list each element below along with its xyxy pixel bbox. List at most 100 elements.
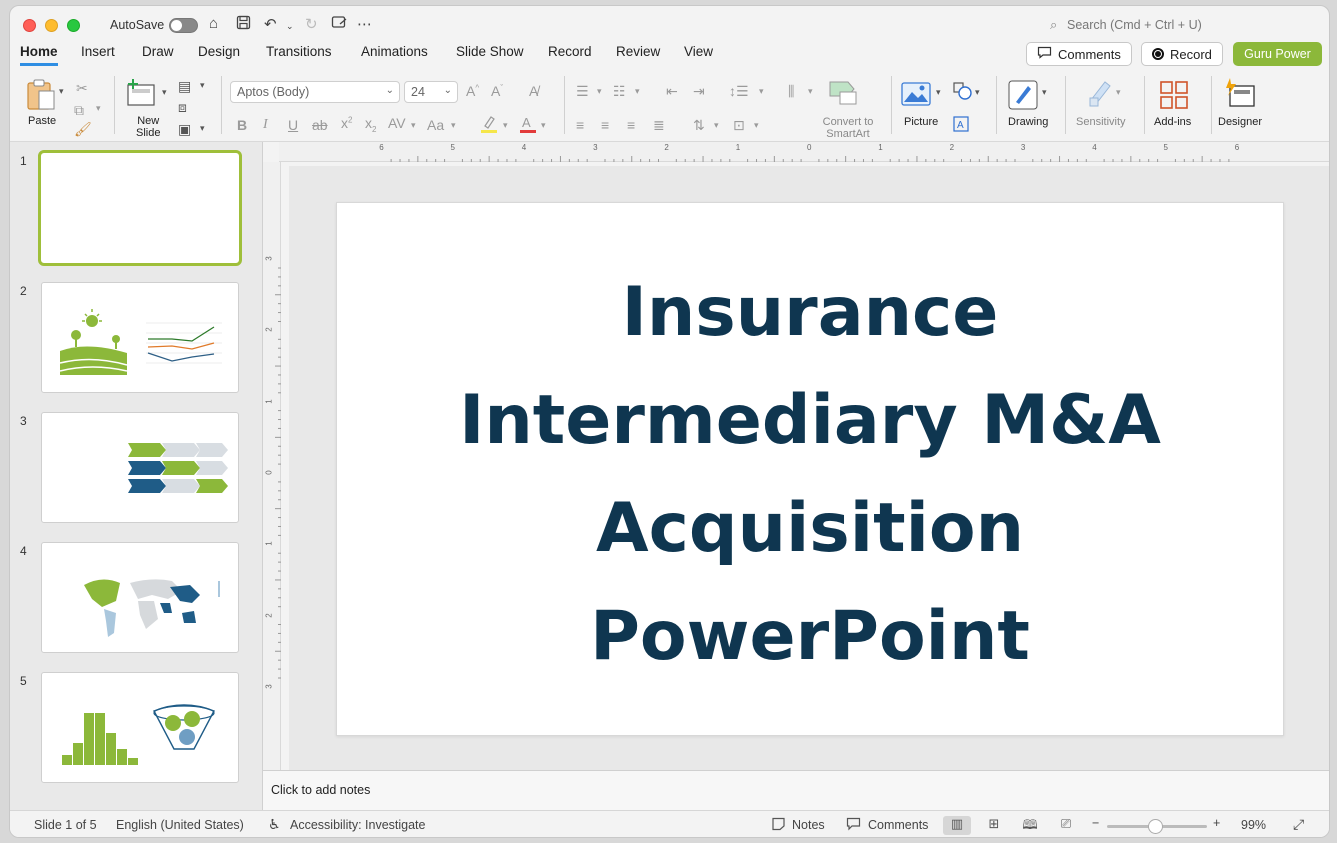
slide-sorter-button[interactable]: ⊞ <box>980 816 1008 835</box>
autosave-toggle[interactable] <box>169 18 198 33</box>
zoom-out-icon[interactable]: − <box>1092 816 1099 830</box>
align-left-icon[interactable]: ≡ <box>576 117 584 133</box>
slide-thumbnail-2[interactable] <box>41 282 239 393</box>
slide-thumbnail-4[interactable] <box>41 542 239 653</box>
text-direction-icon[interactable]: ⇅ <box>693 117 705 134</box>
align-right-icon[interactable]: ≡ <box>627 117 635 133</box>
line-spacing-dropdown-icon[interactable]: ▾ <box>759 86 764 97</box>
subscript-icon[interactable]: x2 <box>365 115 376 134</box>
current-slide[interactable]: Insurance Intermediary M&A Acquisition P… <box>336 202 1284 736</box>
reset-icon[interactable]: ⧈ <box>178 99 187 116</box>
minimize-window-button[interactable] <box>45 19 58 32</box>
notes-toggle[interactable]: Notes <box>792 818 825 832</box>
bullets-dropdown-icon[interactable]: ▾ <box>597 86 602 97</box>
normal-view-button[interactable]: ▥ <box>943 816 971 835</box>
tab-slide-show[interactable]: Slide Show <box>456 44 524 63</box>
highlight-dropdown-icon[interactable]: ▾ <box>503 120 508 131</box>
drawing-icon[interactable] <box>1008 80 1038 113</box>
increase-font-icon[interactable]: A^ <box>466 83 479 99</box>
search-input[interactable]: Search (Cmd + Ctrl + U) <box>1067 18 1202 32</box>
superscript-icon[interactable]: x2 <box>341 115 352 131</box>
change-case-icon[interactable]: Aa <box>427 117 444 133</box>
align-text-icon[interactable]: ⊡ <box>733 117 745 134</box>
zoom-in-icon[interactable]: + <box>1213 816 1220 830</box>
character-spacing-icon[interactable]: AV <box>388 115 406 131</box>
sensitivity-dropdown-icon[interactable]: ▾ <box>1116 87 1121 98</box>
line-spacing-icon[interactable]: ↕☰ <box>729 83 749 100</box>
tab-design[interactable]: Design <box>198 44 240 63</box>
paste-icon[interactable] <box>25 78 61 115</box>
font-color-icon[interactable]: A <box>519 114 537 137</box>
tab-home[interactable]: Home <box>20 44 58 66</box>
format-painter-icon[interactable]: 🖌 <box>74 121 92 138</box>
bold-icon[interactable]: B <box>237 117 247 133</box>
tab-transitions[interactable]: Transitions <box>266 44 332 63</box>
undo-icon[interactable]: ↶ <box>264 15 277 33</box>
slide-thumbnail-3[interactable] <box>41 412 239 523</box>
notes-pane[interactable]: Click to add notes <box>263 770 1329 810</box>
smartart-icon[interactable] <box>828 80 860 109</box>
sensitivity-icon[interactable] <box>1087 78 1113 111</box>
picture-icon[interactable] <box>901 82 931 109</box>
columns-icon[interactable]: ⫼ <box>788 83 794 100</box>
text-box-icon[interactable]: A <box>953 116 969 135</box>
section-dropdown-icon[interactable]: ▾ <box>200 123 205 134</box>
tab-view[interactable]: View <box>684 44 713 63</box>
columns-dropdown-icon[interactable]: ▾ <box>808 86 813 97</box>
tab-review[interactable]: Review <box>616 44 660 63</box>
close-window-button[interactable] <box>23 19 36 32</box>
save-icon[interactable] <box>236 15 251 34</box>
present-icon[interactable] <box>331 15 347 34</box>
paste-dropdown-icon[interactable]: ▾ <box>59 86 64 97</box>
slide-title-textbox[interactable]: Insurance Intermediary M&A Acquisition P… <box>337 259 1283 691</box>
bullets-icon[interactable]: ☰ <box>576 83 589 100</box>
change-case-dropdown-icon[interactable]: ▾ <box>451 120 456 131</box>
designer-icon[interactable] <box>1224 78 1256 113</box>
tab-draw[interactable]: Draw <box>142 44 174 63</box>
italic-icon[interactable]: I <box>263 117 268 133</box>
align-text-dropdown-icon[interactable]: ▾ <box>754 120 759 131</box>
font-name-dropdown[interactable]: Aptos (Body) ⌄ <box>230 81 400 103</box>
zoom-level[interactable]: 99% <box>1241 818 1266 832</box>
font-color-dropdown-icon[interactable]: ▾ <box>541 120 546 131</box>
slide-thumbnail-1[interactable] <box>38 150 242 266</box>
copy-dropdown-icon[interactable]: ▾ <box>96 103 101 114</box>
undo-dropdown-icon[interactable]: ⌄ <box>286 21 294 32</box>
accessibility-status[interactable]: Accessibility: Investigate <box>290 818 425 832</box>
home-icon[interactable]: ⌂ <box>209 15 218 32</box>
new-slide-icon[interactable] <box>126 79 158 110</box>
highlight-icon[interactable] <box>480 114 498 137</box>
tab-insert[interactable]: Insert <box>81 44 115 63</box>
decrease-indent-icon[interactable]: ⇤ <box>666 83 678 100</box>
shapes-icon[interactable] <box>953 82 973 103</box>
cut-icon[interactable]: ✂ <box>76 80 88 97</box>
language-indicator[interactable]: English (United States) <box>116 818 244 832</box>
shapes-dropdown-icon[interactable]: ▾ <box>975 87 980 98</box>
comments-toggle[interactable]: Comments <box>868 818 928 832</box>
accessibility-icon[interactable]: ♿ <box>268 816 281 833</box>
strikethrough-icon[interactable]: ab <box>312 117 328 133</box>
tab-record[interactable]: Record <box>548 44 592 63</box>
layout-dropdown-icon[interactable]: ▾ <box>200 80 205 91</box>
reading-view-button[interactable]: 🕮 <box>1016 816 1044 835</box>
picture-dropdown-icon[interactable]: ▾ <box>936 87 941 98</box>
record-button[interactable]: Record <box>1141 42 1223 66</box>
fit-to-window-icon[interactable]: ⤢ <box>1293 816 1304 833</box>
numbering-icon[interactable]: ☷ <box>613 83 626 100</box>
zoom-slider-handle[interactable] <box>1148 819 1163 834</box>
increase-indent-icon[interactable]: ⇥ <box>693 83 705 100</box>
text-direction-dropdown-icon[interactable]: ▾ <box>714 120 719 131</box>
section-icon[interactable]: ▣ <box>178 121 191 138</box>
decrease-font-icon[interactable]: Aˇ <box>491 83 503 99</box>
drawing-dropdown-icon[interactable]: ▾ <box>1042 87 1047 98</box>
more-icon[interactable]: ⋯ <box>357 15 372 33</box>
comment-icon[interactable] <box>846 817 861 834</box>
character-spacing-dropdown-icon[interactable]: ▾ <box>411 120 416 131</box>
zoom-window-button[interactable] <box>67 19 80 32</box>
font-size-dropdown[interactable]: 24 ⌄ <box>404 81 458 103</box>
slideshow-view-button[interactable]: ⎚ <box>1052 816 1080 835</box>
justify-icon[interactable]: ≣ <box>653 117 665 134</box>
new-slide-dropdown-icon[interactable]: ▾ <box>162 87 167 98</box>
numbering-dropdown-icon[interactable]: ▾ <box>635 86 640 97</box>
layout-icon[interactable]: ▤ <box>178 78 191 95</box>
